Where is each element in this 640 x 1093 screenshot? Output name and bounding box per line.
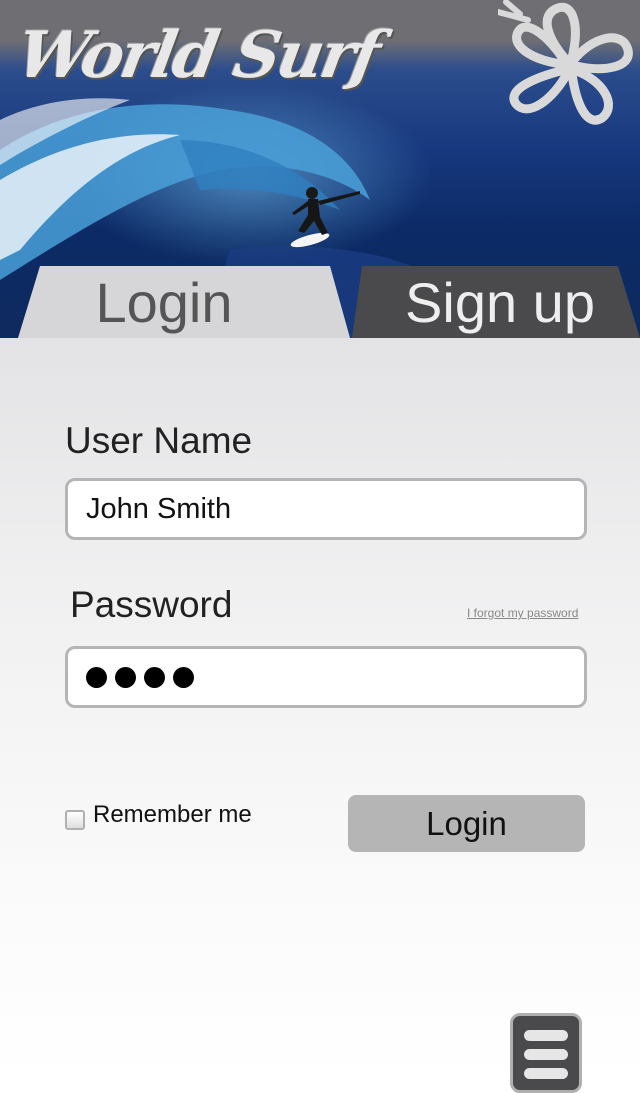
menu-bar xyxy=(524,1068,568,1079)
tab-login-label: Login xyxy=(95,270,233,334)
password-dot xyxy=(115,666,136,688)
password-field[interactable] xyxy=(65,646,587,708)
password-dot xyxy=(86,666,107,688)
tab-signup-label: Sign up xyxy=(405,270,595,334)
password-label: Password xyxy=(70,584,233,625)
hibiscus-icon xyxy=(498,0,633,125)
hamburger-menu-icon[interactable] xyxy=(510,1013,582,1093)
password-dot xyxy=(173,666,194,688)
username-value: John Smith xyxy=(86,492,232,525)
forgot-password-link[interactable]: I forgot my password xyxy=(467,606,578,620)
remember-me-label: Remember me xyxy=(93,801,252,828)
remember-me-checkbox[interactable] xyxy=(65,810,85,830)
menu-bar xyxy=(524,1049,568,1060)
password-mask xyxy=(86,666,194,688)
tab-login[interactable]: Login xyxy=(18,266,350,338)
username-field[interactable]: John Smith xyxy=(65,478,587,540)
login-button-label: Login xyxy=(426,804,507,842)
menu-bar xyxy=(524,1030,568,1041)
tab-signup[interactable]: Sign up xyxy=(352,266,640,338)
username-label: User Name xyxy=(65,420,253,461)
login-button[interactable]: Login xyxy=(348,795,585,852)
remember-me-toggle[interactable]: Remember me xyxy=(65,800,252,830)
password-dot xyxy=(144,666,165,688)
world-surf-logo: World Surf xyxy=(11,18,384,93)
